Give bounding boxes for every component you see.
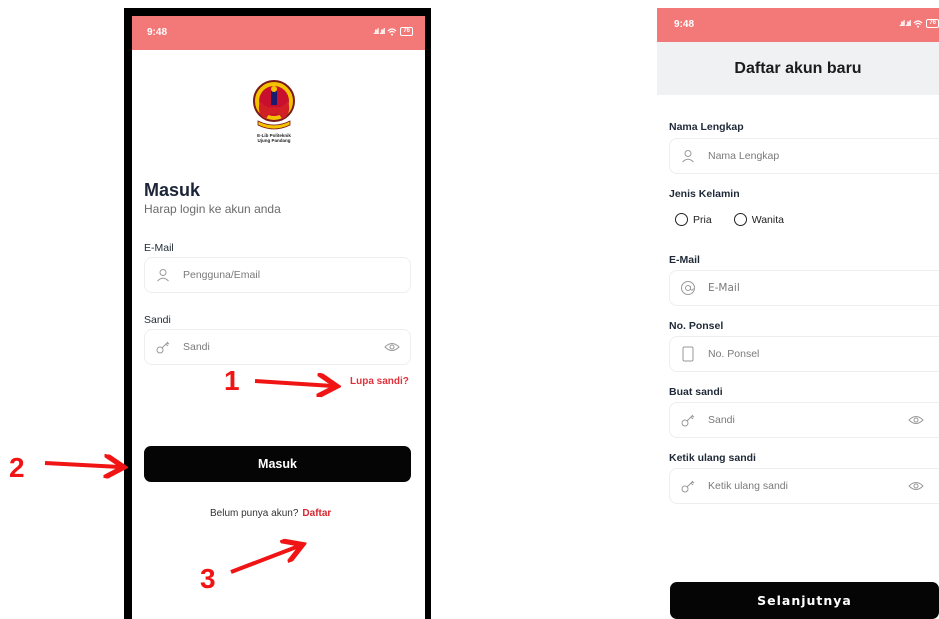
register-prompt-row: Belum punya akun? Daftar xyxy=(210,508,331,519)
page-title: Masuk xyxy=(144,180,201,200)
radio-wanita[interactable] xyxy=(733,213,747,226)
eye-icon[interactable] xyxy=(908,412,924,428)
key-icon xyxy=(681,480,695,493)
polytechnic-logo xyxy=(253,80,295,130)
confirm-password-placeholder: Ketik ulang sandi xyxy=(708,480,788,492)
password-placeholder: Sandi xyxy=(183,341,210,353)
status-bar: 9:48 .ııl .ııl 76 xyxy=(132,16,425,50)
header-title: Daftar akun baru xyxy=(734,60,862,77)
email-placeholder: Pengguna/Email xyxy=(183,269,261,281)
phone-label: No. Ponsel xyxy=(669,320,724,332)
at-icon xyxy=(681,281,695,295)
signal-icon: .ııl .ııl xyxy=(899,19,911,28)
key-icon xyxy=(156,341,170,354)
eye-icon[interactable] xyxy=(908,478,924,494)
annotation-number-1: 1 xyxy=(224,365,240,396)
annotation-number-2: 2 xyxy=(9,452,25,483)
radio-wanita-label[interactable]: Wanita xyxy=(752,214,784,226)
password-field[interactable]: Sandi xyxy=(144,329,411,365)
phone-icon xyxy=(682,346,694,362)
phone-placeholder: No. Ponsel xyxy=(708,348,760,360)
wifi-icon xyxy=(913,19,923,28)
register-screen: 9:48 .ııl .ııl 76 Daftar akun baru Nama … xyxy=(657,8,939,619)
forgot-password-link[interactable]: Lupa sandi? xyxy=(350,376,409,387)
password-field[interactable]: Sandi xyxy=(669,402,939,438)
email-label: E-Mail xyxy=(669,254,700,266)
register-link[interactable]: Daftar xyxy=(302,508,331,519)
signal-icon: .ııl .ııl xyxy=(373,27,385,36)
wifi-icon xyxy=(387,27,397,36)
confirm-password-field[interactable]: Ketik ulang sandi xyxy=(669,468,939,504)
page-subtitle: Harap login ke akun anda xyxy=(144,202,281,216)
logo-caption: E-Lib Politeknik Ujung Pandang xyxy=(232,133,316,143)
key-icon xyxy=(681,414,695,427)
user-icon xyxy=(157,269,169,282)
login-button[interactable]: Masuk xyxy=(144,446,411,482)
battery-icon: 76 xyxy=(926,19,939,28)
eye-icon[interactable] xyxy=(384,339,400,355)
full-name-label: Nama Lengkap xyxy=(669,121,744,133)
radio-pria-label[interactable]: Pria xyxy=(693,214,712,226)
password-placeholder: Sandi xyxy=(708,414,735,426)
canvas: 9:48 .ııl .ııl 76 E-Lib Politeknik Ujung… xyxy=(0,0,939,619)
email-field[interactable]: E-Mail xyxy=(669,270,939,306)
status-time: 9:48 xyxy=(147,27,168,38)
register-prompt: Belum punya akun? xyxy=(210,508,299,519)
phone-field[interactable]: No. Ponsel xyxy=(669,336,939,372)
password-label: Sandi xyxy=(144,314,171,326)
next-button[interactable]: Selanjutnya xyxy=(670,582,939,619)
full-name-field[interactable]: Nama Lengkap xyxy=(669,138,939,174)
gender-label: Jenis Kelamin xyxy=(669,188,740,200)
app-header: Daftar akun baru xyxy=(657,42,939,95)
email-field[interactable]: Pengguna/Email xyxy=(144,257,411,293)
status-bar: 9:48 .ııl .ııl 76 xyxy=(657,8,939,42)
full-name-placeholder: Nama Lengkap xyxy=(708,150,780,162)
radio-pria[interactable] xyxy=(675,213,688,226)
login-phone-frame: 9:48 .ııl .ııl 76 E-Lib Politeknik Ujung… xyxy=(124,8,431,619)
status-icons: .ııl .ııl 76 xyxy=(373,27,413,36)
confirm-password-label: Ketik ulang sandi xyxy=(669,452,756,464)
annotation-arrow-2 xyxy=(44,463,120,467)
email-label: E-Mail xyxy=(144,242,174,254)
password-label: Buat sandi xyxy=(669,386,723,398)
email-placeholder: E-Mail xyxy=(708,282,740,294)
logo-line-2: Ujung Pandang xyxy=(257,138,291,143)
battery-icon: 76 xyxy=(400,27,413,36)
annotation-number-3: 3 xyxy=(200,563,216,594)
status-icons: .ııl .ııl 76 xyxy=(899,19,939,28)
login-screen: 9:48 .ııl .ııl 76 E-Lib Politeknik Ujung… xyxy=(132,16,425,619)
user-icon xyxy=(682,150,694,163)
status-time: 9:48 xyxy=(674,19,695,30)
gender-options: Pria Wanita xyxy=(675,213,784,226)
